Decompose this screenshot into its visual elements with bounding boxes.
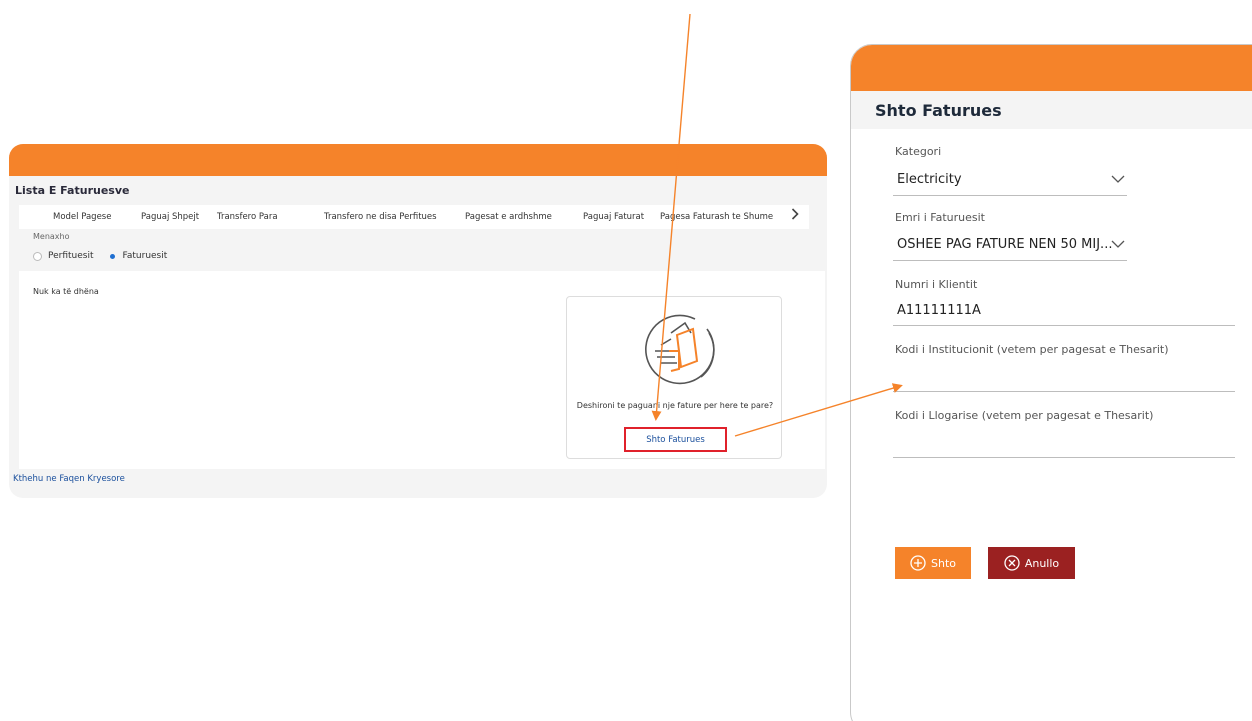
empty-state-prompt: Deshironi te paguani nje fature per here… [576,401,774,410]
account-code-input[interactable] [897,433,1233,453]
back-to-home-link[interactable]: Kthehu ne Faqen Kryesore [13,474,125,484]
add-biller-panel: Shto Faturues Kategori Electricity Emri … [850,44,1252,721]
panel-header-bar [851,45,1252,91]
client-number-label: Numri i Klientit [895,278,978,291]
radio-label: Faturuesit [122,251,168,261]
card-header-bar [9,144,827,176]
account-code-underline [893,457,1235,458]
add-biller-link[interactable]: Shto Faturues [624,427,727,452]
client-number-input[interactable]: A11111111A [897,303,981,318]
category-label: Kategori [895,145,942,158]
radio-button-selected[interactable] [108,252,117,261]
biller-name-label: Emri i Faturuesit [895,211,985,224]
chevron-down-icon[interactable] [1111,239,1125,249]
client-number-underline [893,325,1235,326]
panel-title: Shto Faturues [851,91,1252,129]
institution-code-label: Kodi i Institucionit (vetem per pagesat … [895,343,1169,356]
radio-label: Perfituesit [48,251,94,261]
page-title: Lista E Faturuesve [15,184,130,197]
tab-model-pagese[interactable]: Model Pagese [53,212,111,222]
radio-faturuesit[interactable]: Faturuesit [108,251,168,261]
add-button[interactable]: Shto [895,547,971,579]
no-data-text: Nuk ka të dhëna [33,287,99,296]
manage-label: Menaxho [33,232,70,241]
stage: Lista E Faturuesve Model Pagese Paguaj S… [0,0,1252,721]
x-circle-icon [1004,555,1020,571]
chevron-down-icon[interactable] [1111,174,1125,184]
biller-name-select[interactable]: OSHEE PAG FATURE NEN 50 MIJ... [897,237,1112,252]
cancel-button[interactable]: Anullo [988,547,1075,579]
tab-paguaj-shpejt[interactable]: Paguaj Shpejt [141,212,199,222]
institution-code-input[interactable] [897,367,1233,387]
tab-pagesa-faturash-te-shume[interactable]: Pagesa Faturash te Shume [660,212,773,222]
payment-tabs: Model Pagese Paguaj Shpejt Transfero Par… [19,205,809,229]
biller-name-underline [893,260,1127,261]
biller-list-card: Lista E Faturuesve Model Pagese Paguaj S… [9,144,827,498]
tab-transfero-para[interactable]: Transfero Para [217,212,278,222]
chevron-right-icon[interactable] [791,208,799,223]
add-biller-form: Kategori Electricity Emri i Faturuesit O… [875,129,1252,721]
cancel-button-label: Anullo [1024,556,1060,570]
tab-pagesat-e-ardhshme[interactable]: Pagesat e ardhshme [465,212,552,222]
account-code-label: Kodi i Llogarise (vetem per pagesat e Th… [895,409,1154,422]
category-underline [893,195,1127,196]
add-button-label: Shto [931,556,956,570]
empty-state-box: Deshironi te paguani nje fature per here… [566,296,782,459]
radio-perfituesit[interactable]: Perfituesit [33,251,94,261]
tab-transfero-ne-disa-perfitues[interactable]: Transfero ne disa Perfitues [324,212,437,222]
list-type-radio-group: Perfituesit Faturuesit [33,251,181,261]
institution-code-underline [893,391,1235,392]
tab-paguaj-faturat[interactable]: Paguaj Faturat [583,212,644,222]
plus-circle-icon [910,555,926,571]
radio-button-unselected[interactable] [33,251,42,261]
category-select[interactable]: Electricity [897,172,962,187]
invoice-hand-icon [645,314,715,385]
